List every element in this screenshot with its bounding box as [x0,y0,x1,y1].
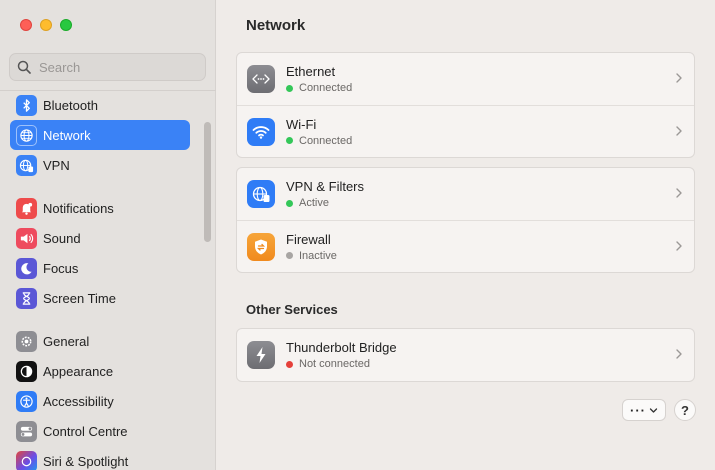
sidebar: Bluetooth Network VPN Noti [0,0,216,470]
wifi-icon [247,117,275,146]
chevron-right-icon [676,73,682,83]
close-window-button[interactable] [20,19,32,31]
security-group: VPN & Filters Active Firewall Inactive [236,167,695,273]
sidebar-item-general[interactable]: General [10,326,190,356]
status-text: Connected [299,82,353,94]
chevron-down-icon [649,407,658,413]
status-line: Active [286,197,364,209]
page-title: Network [246,17,306,34]
sidebar-item-label: Screen Time [43,290,116,306]
appearance-icon [16,360,37,382]
sidebar-item-label: Accessibility [43,393,114,409]
status-line: Connected [286,135,352,147]
toggles-icon [16,420,37,442]
firewall-icon [247,232,275,261]
bluetooth-icon [16,94,37,116]
sidebar-item-focus[interactable]: Focus [10,253,190,283]
sidebar-item-appearance[interactable]: Appearance [10,356,190,386]
bell-icon [16,197,37,219]
sidebar-item-label: Focus [43,260,79,276]
chevron-right-icon [676,349,682,359]
thunderbolt-icon [247,341,275,369]
chevron-right-icon [676,241,682,251]
more-label: ··· [630,402,646,418]
row-title: Ethernet [286,64,336,79]
vpn-globe-icon [16,154,37,176]
status-dot [286,360,293,368]
globe-icon [16,124,37,146]
search-input[interactable] [39,59,189,75]
sidebar-item-network[interactable]: Network [10,120,190,150]
status-line: Connected [286,82,352,94]
status-dot [286,137,293,144]
sidebar-item-bluetooth[interactable]: Bluetooth [10,90,190,120]
more-actions-button[interactable]: ··· [622,399,666,421]
chevron-right-icon [676,188,682,198]
status-dot [286,252,293,259]
accessibility-icon [16,390,37,412]
help-button[interactable]: ? [674,399,696,421]
network-row-thunderbolt-bridge[interactable]: Thunderbolt Bridge Not connected [237,329,694,381]
sidebar-item-label: Notifications [43,200,114,216]
network-row-wifi[interactable]: Wi-Fi Connected [237,105,694,157]
zoom-window-button[interactable] [60,19,72,31]
sidebar-item-label: Control Centre [43,423,128,439]
sidebar-item-label: VPN [43,157,70,173]
status-text: Connected [299,134,353,147]
sidebar-item-siri-spotlight[interactable]: Siri & Spotlight [10,446,190,470]
sidebar-item-label: Appearance [43,363,114,379]
status-text: Active [299,197,329,209]
sidebar-item-sound[interactable]: Sound [10,223,190,253]
sidebar-item-screen-time[interactable]: Screen Time [10,283,190,313]
row-title: VPN & Filters [286,179,365,194]
status-text: Not connected [299,358,370,370]
other-services-group: Thunderbolt Bridge Not connected [236,328,695,382]
sidebar-item-label: General [43,333,90,349]
status-line: Not connected [286,358,397,370]
row-title: Wi-Fi [286,116,317,132]
chevron-right-icon [676,126,682,136]
status-dot [286,199,293,207]
hourglass-icon [16,287,37,309]
row-title: Thunderbolt Bridge [286,340,397,355]
vpn-globe-icon [247,180,275,208]
siri-icon [16,450,37,470]
search-field[interactable] [9,53,206,81]
sidebar-scrollbar[interactable] [204,122,211,242]
moon-icon [16,257,37,279]
speaker-icon [16,227,37,249]
sidebar-item-label: Network [43,127,91,143]
status-line: Inactive [286,250,337,262]
network-row-vpn-filters[interactable]: VPN & Filters Active [237,168,694,220]
status-text: Inactive [299,249,337,262]
sidebar-item-accessibility[interactable]: Accessibility [10,386,190,416]
sidebar-item-label: Bluetooth [43,97,98,113]
ethernet-icon [247,65,275,93]
network-row-firewall[interactable]: Firewall Inactive [237,220,694,272]
connections-group: Ethernet Connected Wi-Fi Connected [236,52,695,158]
row-title: Firewall [286,231,331,247]
minimize-window-button[interactable] [40,19,52,31]
main-pane: Network Ethernet Connected Wi-Fi Connect… [217,0,715,470]
window-controls [20,19,72,31]
sidebar-item-control-centre[interactable]: Control Centre [10,416,190,446]
other-services-heading: Other Services [246,302,338,317]
status-dot [286,84,293,92]
settings-window: Bluetooth Network VPN Noti [0,0,715,470]
sidebar-item-vpn[interactable]: VPN [10,150,190,180]
sidebar-item-notifications[interactable]: Notifications [10,193,190,223]
network-row-ethernet[interactable]: Ethernet Connected [237,53,694,105]
search-icon [17,60,31,74]
sidebar-item-label: Sound [43,230,81,246]
sidebar-item-label: Siri & Spotlight [43,453,129,469]
gear-icon [16,330,37,352]
